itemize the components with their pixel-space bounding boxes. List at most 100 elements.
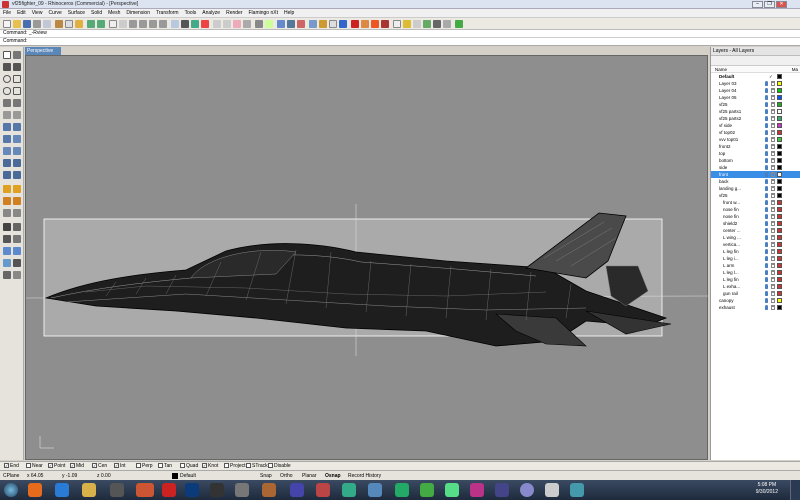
- dimension-icon[interactable]: [13, 259, 21, 267]
- osnap-strack[interactable]: STrack: [246, 463, 268, 470]
- visibility-bulb-icon[interactable]: [765, 207, 768, 212]
- menu-file[interactable]: File: [0, 9, 14, 17]
- lock-icon[interactable]: [771, 186, 775, 191]
- help-icon[interactable]: [339, 20, 347, 28]
- layer-row[interactable]: Layer 03: [711, 80, 800, 87]
- control-points-icon[interactable]: [3, 259, 11, 267]
- lock-icon[interactable]: [771, 123, 775, 128]
- redo-icon[interactable]: [97, 20, 105, 28]
- layer-color-swatch[interactable]: [777, 284, 782, 289]
- menu-transform[interactable]: Transform: [153, 9, 182, 17]
- lock-icon[interactable]: [771, 284, 775, 289]
- osnap-checkbox[interactable]: [180, 463, 185, 469]
- visibility-bulb-icon[interactable]: [765, 144, 768, 149]
- lock-icon[interactable]: [771, 144, 775, 149]
- menu-surface[interactable]: Surface: [65, 9, 88, 17]
- save-icon[interactable]: [23, 20, 31, 28]
- zoom-dynamic-icon[interactable]: [129, 20, 137, 28]
- flamingo-plants-icon[interactable]: [423, 20, 431, 28]
- osnap-checkbox[interactable]: [246, 463, 251, 469]
- visibility-bulb-icon[interactable]: [765, 116, 768, 121]
- layer-row[interactable]: L exha...: [711, 283, 800, 290]
- visibility-bulb-icon[interactable]: [765, 284, 768, 289]
- toggle-snap[interactable]: Snap: [260, 472, 272, 480]
- paste-icon[interactable]: [75, 20, 83, 28]
- app-icon-gray[interactable]: [545, 483, 559, 497]
- layer-color-swatch[interactable]: [777, 235, 782, 240]
- toggle-osnap[interactable]: Osnap: [325, 472, 341, 480]
- menu-solid[interactable]: Solid: [88, 9, 105, 17]
- layer-color-swatch[interactable]: [777, 74, 782, 79]
- visibility-bulb-icon[interactable]: [765, 172, 768, 177]
- layer-row[interactable]: L leg fin: [711, 276, 800, 283]
- circle-icon[interactable]: [3, 75, 11, 83]
- hide-icon[interactable]: [213, 20, 221, 28]
- surface-corner-icon[interactable]: [3, 123, 11, 131]
- visibility-bulb-icon[interactable]: [765, 81, 768, 86]
- layer-row[interactable]: L arm: [711, 262, 800, 269]
- layer-row[interactable]: vf25 parts1: [711, 108, 800, 115]
- osnap-perp[interactable]: Perp: [136, 463, 153, 470]
- trim-icon[interactable]: [3, 197, 11, 205]
- extrude-icon[interactable]: [13, 123, 21, 131]
- copy-icon[interactable]: [65, 20, 73, 28]
- layer-color-swatch[interactable]: [777, 151, 782, 156]
- blender-icon[interactable]: [290, 483, 304, 497]
- app-icon-magenta[interactable]: [470, 483, 484, 497]
- undo-icon[interactable]: [87, 20, 95, 28]
- flamingo-material-icon[interactable]: [361, 20, 369, 28]
- layer-color-swatch[interactable]: [777, 130, 782, 135]
- media-player-icon[interactable]: [110, 483, 124, 497]
- layer-color-swatch[interactable]: [777, 214, 782, 219]
- menu-help[interactable]: Help: [281, 9, 297, 17]
- app-icon-indigo[interactable]: [495, 483, 509, 497]
- lock-icon[interactable]: [771, 165, 775, 170]
- layer-row[interactable]: exhaust: [711, 304, 800, 311]
- object-properties-icon[interactable]: [265, 20, 273, 28]
- layer-color-swatch[interactable]: [777, 193, 782, 198]
- visibility-bulb-icon[interactable]: [765, 102, 768, 107]
- layer-color-swatch[interactable]: [777, 172, 782, 177]
- osnap-near[interactable]: Near: [26, 463, 43, 470]
- perspective-viewport[interactable]: [25, 55, 710, 460]
- visibility-bulb-icon[interactable]: [765, 291, 768, 296]
- osnap-project[interactable]: Project: [224, 463, 246, 470]
- lock-icon[interactable]: [771, 81, 775, 86]
- print-icon[interactable]: [33, 20, 41, 28]
- osnap-checkbox[interactable]: [136, 463, 141, 469]
- array-icon[interactable]: [13, 247, 21, 255]
- join-icon[interactable]: [3, 209, 11, 217]
- sweep-icon[interactable]: [3, 147, 11, 155]
- layer-row[interactable]: vertica...: [711, 241, 800, 248]
- osnap-tan[interactable]: Tan: [158, 463, 172, 470]
- visibility-bulb-icon[interactable]: [765, 123, 768, 128]
- app-icon-green[interactable]: [342, 483, 356, 497]
- layer-row[interactable]: front w...: [711, 199, 800, 206]
- visibility-bulb-icon[interactable]: [765, 95, 768, 100]
- menu-curve[interactable]: Curve: [45, 9, 64, 17]
- text-icon[interactable]: [3, 111, 11, 119]
- layer-color-swatch[interactable]: [777, 200, 782, 205]
- analyze-icon[interactable]: [3, 271, 11, 279]
- layer-row[interactable]: vf side: [711, 122, 800, 129]
- visibility-bulb-icon[interactable]: [765, 179, 768, 184]
- flamingo-sun-icon[interactable]: [413, 20, 421, 28]
- revolve-icon[interactable]: [13, 135, 21, 143]
- layer-row[interactable]: Default ✓: [711, 73, 800, 80]
- layer-color-swatch[interactable]: [777, 179, 782, 184]
- visibility-bulb-icon[interactable]: [765, 242, 768, 247]
- osnap-checkbox[interactable]: ✓: [114, 463, 119, 469]
- layer-color-swatch[interactable]: [777, 186, 782, 191]
- layer-row[interactable]: nose fin: [711, 206, 800, 213]
- lock-icon[interactable]: [771, 116, 775, 121]
- file-explorer-icon[interactable]: [82, 483, 96, 497]
- boolean-difference-icon[interactable]: [13, 185, 21, 193]
- chrome-icon[interactable]: [395, 483, 409, 497]
- layer-row[interactable]: vf25 parts2: [711, 115, 800, 122]
- lock-icon[interactable]: [771, 263, 775, 268]
- toggle-planar[interactable]: Planar: [302, 472, 316, 480]
- osnap-end[interactable]: ✓ End: [4, 463, 19, 470]
- lock-icon[interactable]: [771, 291, 775, 296]
- layer-color-swatch[interactable]: [777, 277, 782, 282]
- viewport-title-tab[interactable]: Perspective: [25, 47, 61, 55]
